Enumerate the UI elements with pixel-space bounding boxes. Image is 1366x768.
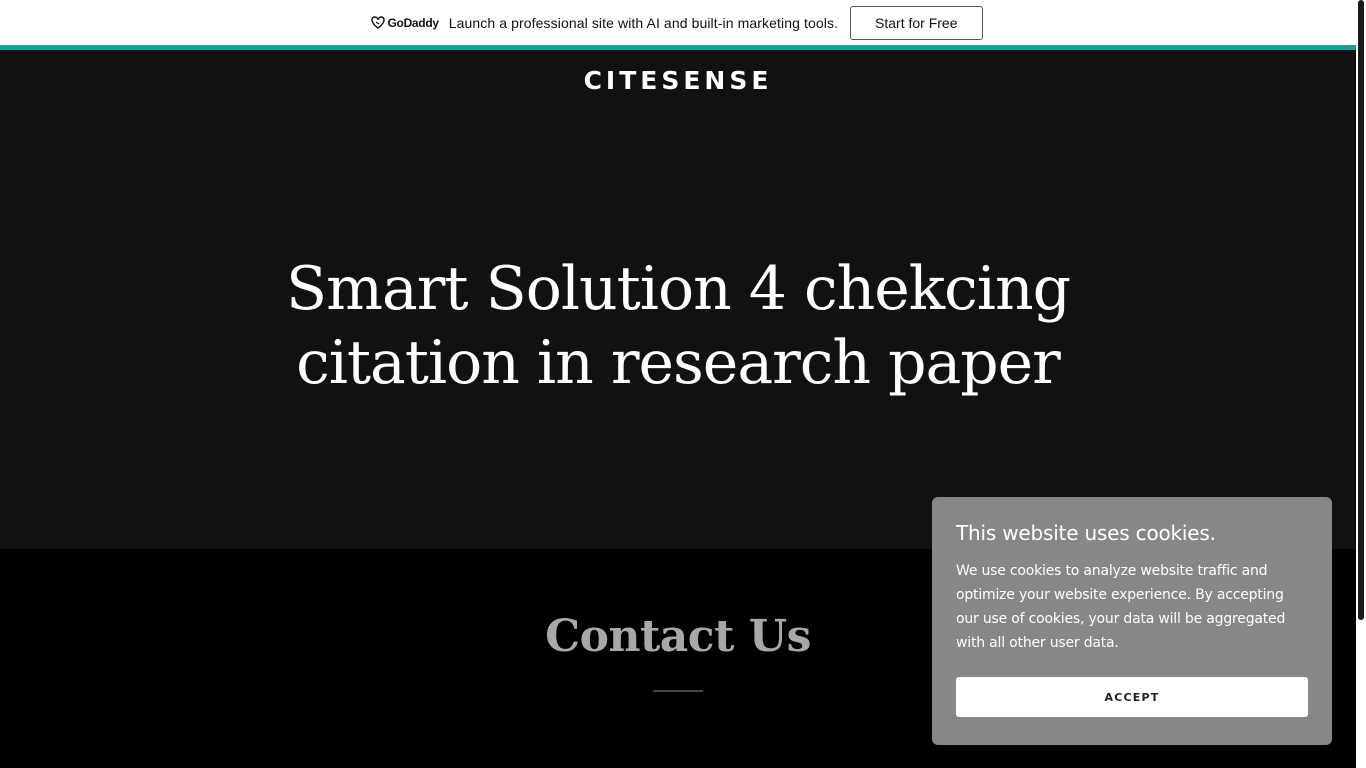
accept-cookies-button[interactable]: ACCEPT	[956, 677, 1308, 717]
site-title[interactable]: CITESENSE	[0, 66, 1356, 95]
start-for-free-button[interactable]: Start for Free	[850, 5, 983, 40]
contact-divider	[653, 690, 703, 692]
promo-bar: GoDaddy Launch a professional site with …	[0, 0, 1356, 45]
cookie-title: This website uses cookies.	[956, 521, 1216, 545]
hero-heading-line-2: citation in research paper	[296, 328, 1061, 398]
promo-content: GoDaddy Launch a professional site with …	[370, 5, 983, 40]
godaddy-logo[interactable]: GoDaddy	[370, 16, 439, 30]
hero-heading: Smart Solution 4 chekcing citation in re…	[0, 252, 1356, 400]
godaddy-logo-text: GoDaddy	[387, 15, 440, 30]
hero-section: CITESENSE Smart Solution 4 chekcing cita…	[0, 50, 1356, 549]
godaddy-mark-icon	[370, 15, 385, 29]
scrollbar-thumb[interactable]	[1358, 0, 1364, 620]
hero-heading-line-1: Smart Solution 4 chekcing	[285, 254, 1071, 324]
cookie-dialog: This website uses cookies. We use cookie…	[932, 497, 1332, 745]
cookie-body: We use cookies to analyze website traffi…	[956, 563, 1286, 651]
page: GoDaddy Launch a professional site with …	[0, 0, 1366, 768]
promo-message: Launch a professional site with AI and b…	[448, 14, 839, 31]
